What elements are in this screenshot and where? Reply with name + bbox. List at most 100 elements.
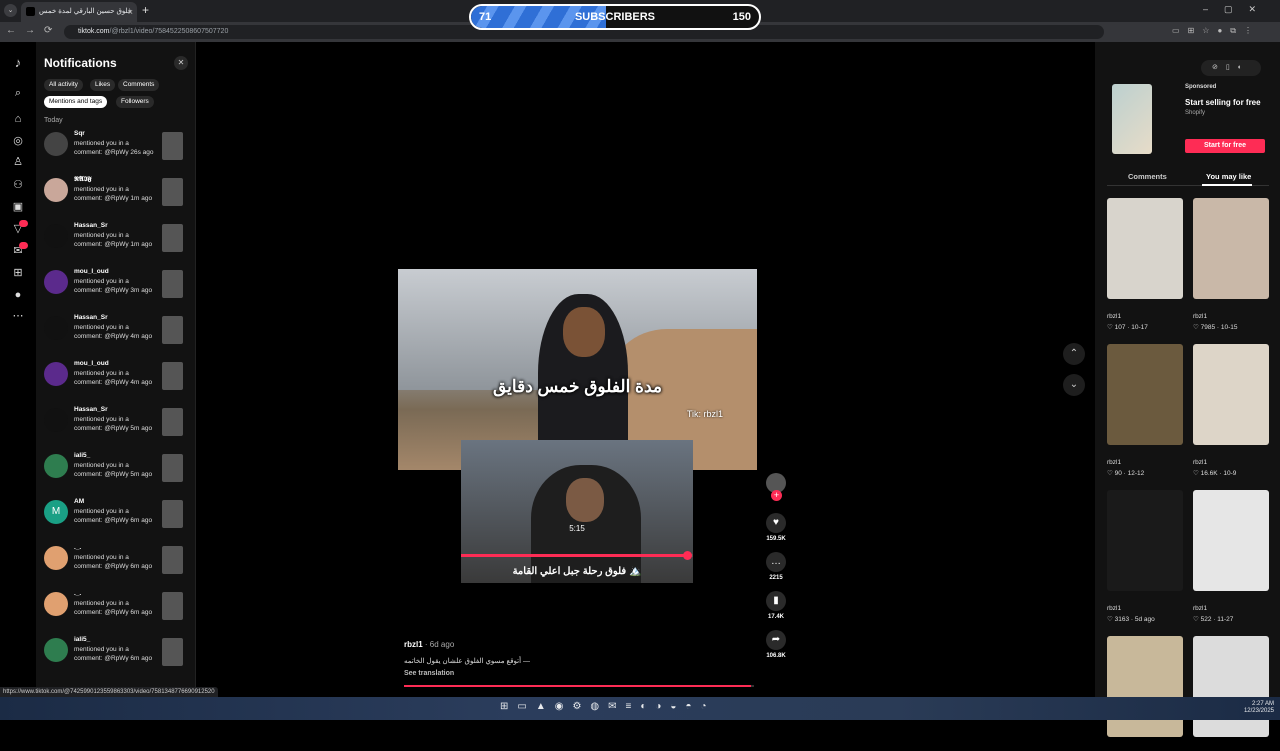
avatar[interactable] <box>44 316 68 340</box>
video-card[interactable] <box>1193 636 1269 751</box>
live-icon[interactable]: ▣ <box>11 200 25 214</box>
video-card[interactable]: rbzl1 ♡ 7985 · 10-15 <box>1193 198 1269 331</box>
notification-thumbnail[interactable] <box>162 178 183 206</box>
filter-all-activity[interactable]: All activity <box>44 79 83 91</box>
video-card-thumbnail[interactable] <box>1107 344 1183 445</box>
notification-row[interactable]: ._. mentioned you in a comment: @RpWy 6m … <box>44 590 194 634</box>
filter-mentions[interactable]: Mentions and tags <box>44 96 108 108</box>
video-card-author[interactable]: rbzl1 <box>1107 605 1183 612</box>
avatar[interactable] <box>44 408 68 432</box>
notification-row[interactable]: Hassan_Sr mentioned you in a comment: @Rp… <box>44 222 194 266</box>
next-video-chevron-down-icon[interactable]: ⌄ <box>1063 374 1085 396</box>
extension-icons[interactable]: ▭⊞☆●⧉⋮ <box>1172 26 1260 36</box>
share-button[interactable]: ➦ 106.8K <box>765 630 787 659</box>
avatar[interactable] <box>44 178 68 202</box>
notification-username[interactable]: mou_l_oud <box>74 268 109 275</box>
ad-title[interactable]: Start selling for free <box>1185 98 1261 107</box>
save-button[interactable]: ▮ 17.4K <box>765 591 787 620</box>
tab-close-icon[interactable]: × <box>128 2 133 22</box>
avatar[interactable] <box>44 546 68 570</box>
video-card-author[interactable]: rbzl1 <box>1193 605 1269 612</box>
notification-username[interactable]: ._. <box>74 544 81 551</box>
comment-button[interactable]: … 2215 <box>765 552 787 581</box>
video-card-author[interactable]: rbzl1 <box>1107 459 1183 466</box>
video-card-thumbnail[interactable] <box>1107 490 1183 591</box>
video-card-thumbnail[interactable] <box>1193 636 1269 737</box>
notification-row[interactable]: iali5_ mentioned you in a comment: @RpWy … <box>44 452 194 496</box>
notification-thumbnail[interactable] <box>162 224 183 252</box>
video-card-thumbnail[interactable] <box>1193 198 1269 299</box>
like-button[interactable]: ♥ 159.5K <box>765 513 787 542</box>
avatar[interactable] <box>44 132 68 156</box>
notification-thumbnail[interactable] <box>162 638 183 666</box>
browser-tab[interactable]: فلوق حسين البارقي لمدة خمس × <box>21 2 137 22</box>
notification-row[interactable]: mou_l_oud mentioned you in a comment: @Rp… <box>44 360 194 404</box>
notification-row[interactable]: Sqr mentioned you in a comment: @RpWy 26s… <box>44 130 194 174</box>
more-icon[interactable]: ⋯ <box>11 309 25 323</box>
notification-thumbnail[interactable] <box>162 132 183 160</box>
video-card-author[interactable]: rbzl1 <box>1193 313 1269 320</box>
following-icon[interactable]: ♙ <box>11 155 25 169</box>
notification-thumbnail[interactable] <box>162 592 183 620</box>
avatar[interactable] <box>44 270 68 294</box>
avatar[interactable] <box>44 638 68 662</box>
avatar[interactable]: M <box>44 500 68 524</box>
notification-row[interactable]: M AM mentioned you in a comment: @RpWy 6m … <box>44 498 194 542</box>
notification-row[interactable]: ._. mentioned you in a comment: @RpWy 6m … <box>44 544 194 588</box>
post-author[interactable]: rbzl1 · 6d ago <box>404 640 454 649</box>
tiktok-logo-icon[interactable]: ♪ <box>11 56 25 70</box>
home-icon[interactable]: ⌂ <box>11 112 25 126</box>
ad-cta-button[interactable]: Start for free <box>1185 139 1265 153</box>
notification-thumbnail[interactable] <box>162 270 183 298</box>
search-icon[interactable]: ⌕ <box>11 86 25 100</box>
video-card-thumbnail[interactable] <box>1107 636 1183 737</box>
window-controls[interactable]: –▢✕ <box>1203 4 1272 15</box>
close-icon[interactable]: ✕ <box>174 56 188 70</box>
navigation-buttons[interactable]: ←→⟳ <box>6 25 61 36</box>
filter-comments[interactable]: Comments <box>118 79 160 91</box>
notification-row[interactable]: 𝕹𝕬𝕴𝕱 mentioned you in a comment: @RpWy 1m… <box>44 176 194 220</box>
video-card[interactable]: rbzl1 ♡ 107 · 10-17 <box>1107 198 1183 331</box>
video-card-thumbnail[interactable] <box>1107 198 1183 299</box>
avatar[interactable] <box>44 224 68 248</box>
notification-username[interactable]: iali5_ <box>74 636 90 643</box>
video-card-thumbnail[interactable] <box>1193 344 1269 445</box>
taskbar-icons[interactable]: ⊞▭▲◉⚙◍✉≡◐◑◒◓◔ <box>500 701 716 712</box>
filter-followers[interactable]: Followers <box>116 96 154 108</box>
video-card[interactable]: rbzl1 ♡ 3163 · 5d ago <box>1107 490 1183 623</box>
video-card[interactable]: rbzl1 ♡ 90 · 12-12 <box>1107 344 1183 477</box>
upload-icon[interactable]: ⊞ <box>11 266 25 280</box>
video-card-author[interactable]: rbzl1 <box>1107 313 1183 320</box>
notification-row[interactable]: Hassan_Sr mentioned you in a comment: @Rp… <box>44 314 194 358</box>
main-progress-bar[interactable] <box>404 685 754 687</box>
notification-username[interactable]: ._. <box>74 590 81 597</box>
avatar[interactable] <box>44 362 68 386</box>
notification-thumbnail[interactable] <box>162 454 183 482</box>
profile-icon[interactable]: ● <box>11 288 25 302</box>
filter-likes[interactable]: Likes <box>90 79 116 91</box>
notification-row[interactable]: mou_l_oud mentioned you in a comment: @Rp… <box>44 268 194 312</box>
follow-plus-icon[interactable]: + <box>771 490 782 501</box>
notification-row[interactable]: Hassan_Sr mentioned you in a comment: @Rp… <box>44 406 194 450</box>
tab-comments[interactable]: Comments <box>1128 172 1167 181</box>
video-card[interactable]: rbzl1 ♡ 16.6K · 10-9 <box>1193 344 1269 477</box>
notification-thumbnail[interactable] <box>162 362 183 390</box>
notification-username[interactable]: AM <box>74 498 84 505</box>
see-translation-link[interactable]: See translation <box>404 670 454 677</box>
notification-username[interactable]: Sqr <box>74 130 85 137</box>
new-tab-icon[interactable]: + <box>142 3 149 17</box>
notification-username[interactable]: Hassan_Sr <box>74 314 108 321</box>
notification-thumbnail[interactable] <box>162 316 183 344</box>
notification-thumbnail[interactable] <box>162 500 183 528</box>
notification-thumbnail[interactable] <box>162 408 183 436</box>
notification-username[interactable]: 𝕹𝕬𝕴𝕱 <box>74 176 92 184</box>
video-card[interactable] <box>1107 636 1183 751</box>
friends-icon[interactable]: ⚇ <box>11 178 25 192</box>
right-toolbar[interactable]: ⊘▯◐ <box>1201 60 1261 76</box>
previous-video-chevron-up-icon[interactable]: ⌃ <box>1063 343 1085 365</box>
video-card[interactable]: rbzl1 ♡ 522 · 11-27 <box>1193 490 1269 623</box>
avatar[interactable] <box>44 454 68 478</box>
notification-row[interactable]: iali5_ mentioned you in a comment: @RpWy … <box>44 636 194 680</box>
ad-image[interactable] <box>1112 84 1152 154</box>
notification-username[interactable]: mou_l_oud <box>74 360 109 367</box>
